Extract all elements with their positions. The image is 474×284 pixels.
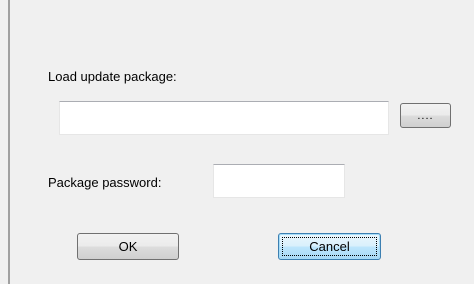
package-password-input[interactable]: [213, 164, 345, 198]
load-update-package-label: Load update package:: [48, 69, 177, 84]
cancel-button[interactable]: Cancel: [278, 233, 381, 260]
cancel-button-label: Cancel: [309, 239, 350, 254]
update-package-dialog: Load update package: .... Package passwo…: [0, 0, 474, 284]
package-path-input[interactable]: [59, 101, 389, 135]
package-password-label: Package password:: [48, 175, 162, 190]
browse-button[interactable]: ....: [400, 103, 451, 128]
ok-button[interactable]: OK: [77, 233, 179, 260]
